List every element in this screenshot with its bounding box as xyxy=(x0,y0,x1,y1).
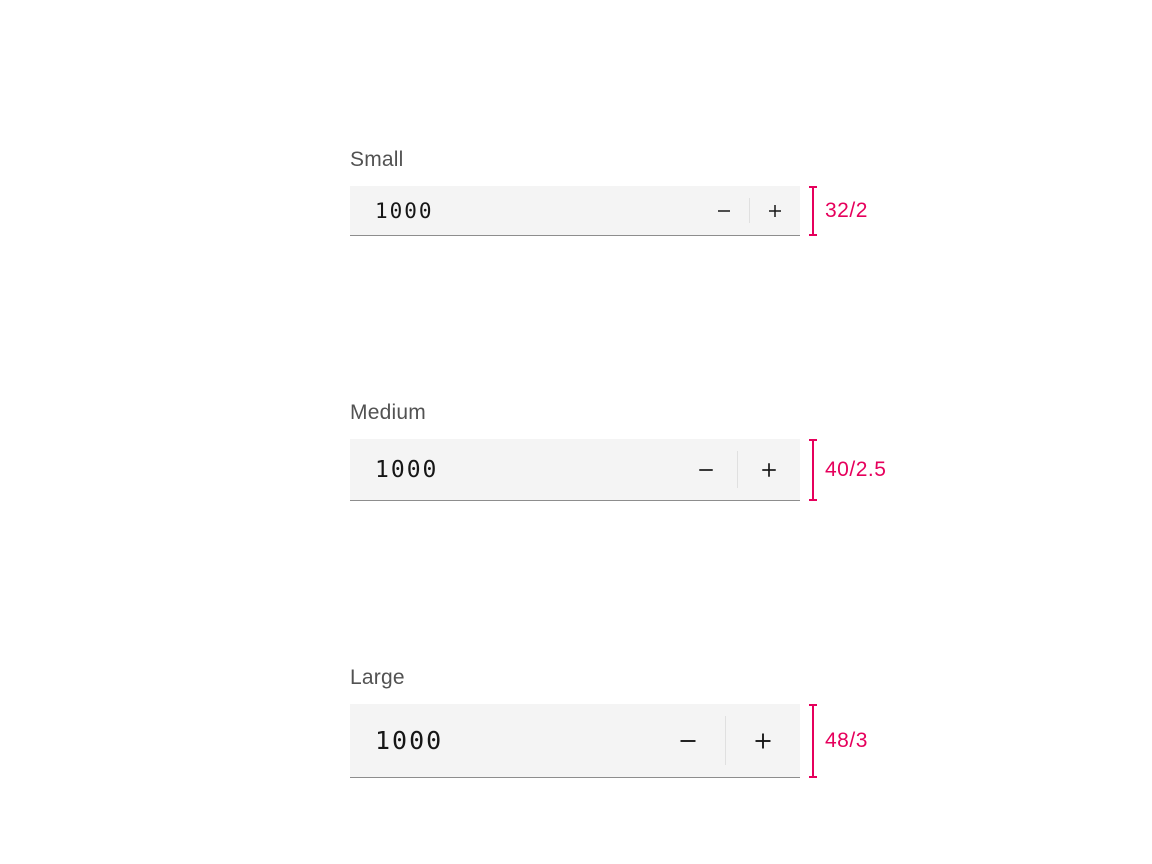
dimension-bracket xyxy=(809,439,817,501)
number-input-field-small[interactable]: 1000 xyxy=(350,186,800,236)
number-input-large: Large 1000 48/3 xyxy=(350,666,910,778)
dimension-bracket xyxy=(809,186,817,236)
number-input-medium: Medium 1000 40/2.5 xyxy=(350,401,910,501)
dimension-label: 40/2.5 xyxy=(825,458,886,482)
subtract-icon xyxy=(678,731,698,751)
size-label-medium: Medium xyxy=(350,401,910,425)
increment-button[interactable] xyxy=(750,186,800,235)
number-input-small: Small 1000 32/2 xyxy=(350,148,910,236)
increment-button[interactable] xyxy=(738,439,800,500)
number-input-field-medium[interactable]: 1000 xyxy=(350,439,800,501)
dimension-bracket xyxy=(809,704,817,778)
add-icon xyxy=(760,461,778,479)
dimension-label: 32/2 xyxy=(825,199,868,223)
add-icon xyxy=(753,731,773,751)
decrement-button[interactable] xyxy=(699,186,749,235)
number-input-value[interactable]: 1000 xyxy=(350,439,675,500)
size-label-small: Small xyxy=(350,148,910,172)
subtract-icon xyxy=(697,461,715,479)
number-input-value[interactable]: 1000 xyxy=(350,186,699,235)
subtract-icon xyxy=(716,203,732,219)
add-icon xyxy=(767,203,783,219)
dimension-label: 48/3 xyxy=(825,729,868,753)
increment-button[interactable] xyxy=(726,704,800,777)
number-input-field-large[interactable]: 1000 xyxy=(350,704,800,778)
decrement-button[interactable] xyxy=(651,704,725,777)
number-input-value[interactable]: 1000 xyxy=(350,704,651,777)
size-label-large: Large xyxy=(350,666,910,690)
decrement-button[interactable] xyxy=(675,439,737,500)
